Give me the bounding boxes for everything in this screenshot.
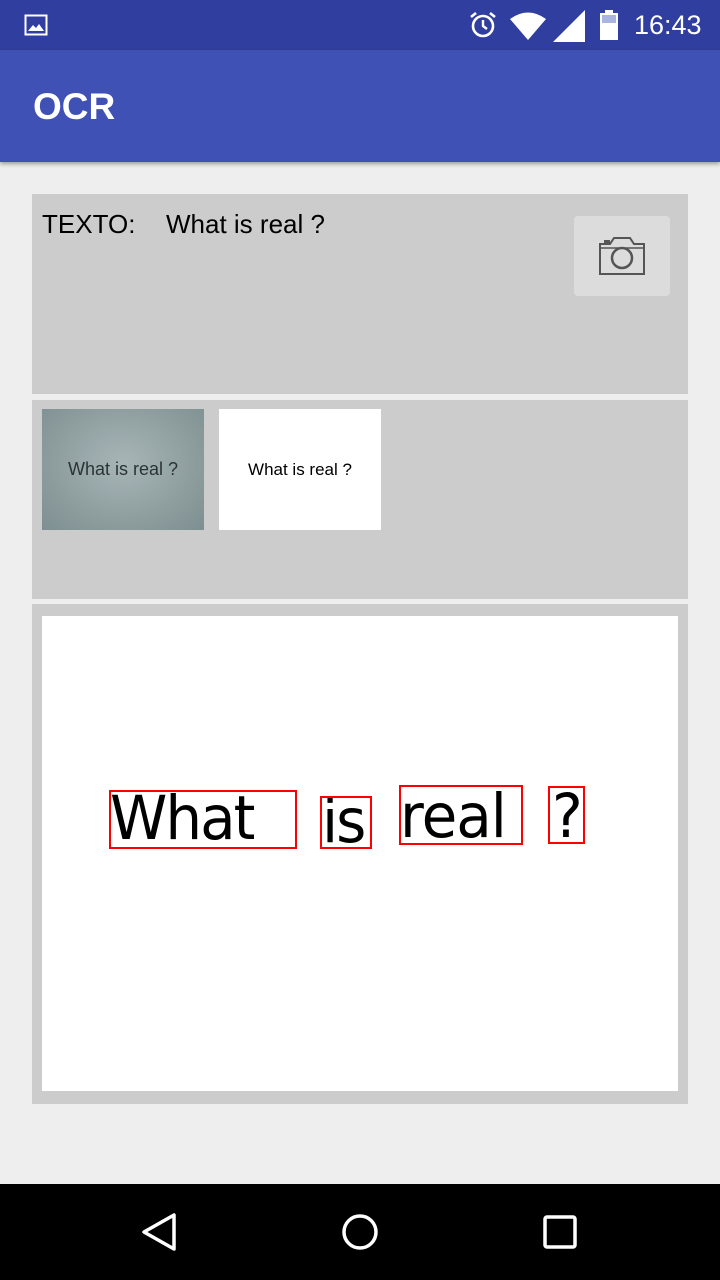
back-icon[interactable] — [140, 1212, 180, 1252]
binarized-thumbnail[interactable]: What is real ? — [219, 409, 381, 530]
thumbnails-panel: What is real ? What is real ? — [32, 400, 688, 599]
detection-canvas: What is real ? — [42, 616, 678, 1091]
battery-icon — [600, 10, 618, 40]
home-icon[interactable] — [340, 1212, 380, 1252]
app-bar: OCR — [0, 50, 720, 162]
signal-icon — [553, 10, 585, 42]
app-title: OCR — [33, 86, 116, 127]
wifi-icon — [510, 12, 546, 40]
recognized-text: What is real ? — [166, 209, 325, 239]
recents-icon[interactable] — [542, 1214, 578, 1250]
original-photo-thumbnail[interactable]: What is real ? — [42, 409, 204, 530]
thumbnail-text: What is real ? — [67, 459, 179, 479]
gallery-icon — [24, 14, 48, 36]
status-bar: 16:43 — [0, 0, 720, 50]
alarm-icon — [470, 11, 496, 38]
word-box — [109, 790, 297, 849]
texto-label: TEXTO: — [42, 209, 136, 239]
status-time: 16:43 — [634, 10, 702, 40]
word-box — [548, 786, 585, 844]
camera-icon — [599, 237, 645, 275]
word-box — [399, 785, 523, 845]
detection-panel: What is real ? — [32, 604, 688, 1104]
camera-button[interactable] — [574, 216, 670, 296]
word-box — [320, 796, 372, 849]
result-panel: TEXTO: What is real ? — [32, 194, 688, 394]
navigation-bar — [0, 1184, 720, 1280]
thumbnail-text: What is real ? — [248, 459, 352, 479]
